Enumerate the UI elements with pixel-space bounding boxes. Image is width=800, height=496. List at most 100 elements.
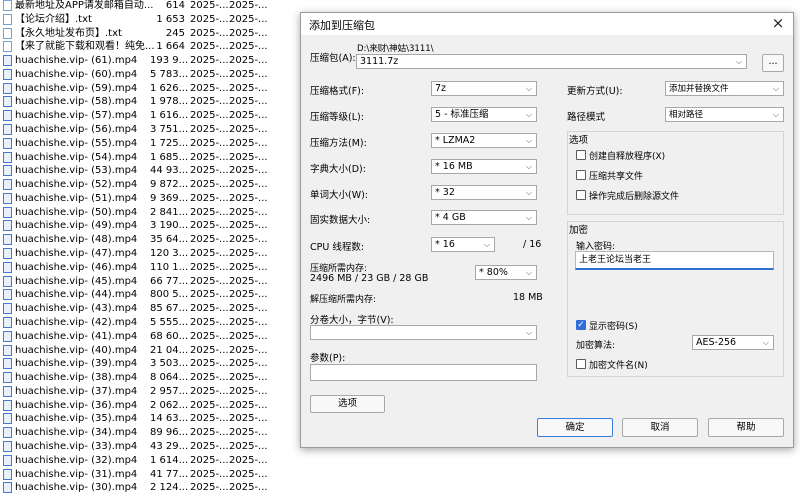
archive-name-value: 3111.7z: [360, 56, 399, 67]
delete-label: 操作完成后删除源文件: [589, 192, 680, 202]
file-date: 2025-...: [190, 151, 229, 163]
dict-select[interactable]: * 16 MB ⌵: [431, 159, 537, 174]
format-select[interactable]: 7z ⌵: [431, 81, 537, 96]
file-date: 2025-...: [190, 275, 229, 287]
file-row[interactable]: huachishe.vip- (55).mp4 1 725... 2025-... 2…: [0, 137, 300, 151]
file-date: 2025-...: [190, 261, 229, 273]
file-size: 8 064...: [150, 372, 189, 384]
file-row[interactable]: huachishe.vip- (44).mp4 800 5... 2025-... 2…: [0, 288, 300, 302]
file-row[interactable]: huachishe.vip- (40).mp4 21 04... 2025-... 2…: [0, 344, 300, 358]
file-size: 66 77...: [150, 275, 189, 287]
file-row[interactable]: 【论坛介绍】.txt 1 653 2025-... 2025-...: [0, 13, 300, 27]
file-row[interactable]: huachishe.vip- (33).mp4 43 29... 2025-... 2…: [0, 440, 300, 454]
file-row[interactable]: huachishe.vip- (37).mp4 2 957... 2025-... 2…: [0, 385, 300, 399]
file-row[interactable]: huachishe.vip- (34).mp4 89 96... 2025-... 2…: [0, 426, 300, 440]
file-size: 800 5...: [150, 289, 189, 301]
title-bar[interactable]: 添加到压缩包 ×: [301, 13, 793, 35]
file-row[interactable]: huachishe.vip- (61).mp4 193 9... 2025-... 2…: [0, 54, 300, 68]
close-icon[interactable]: ×: [769, 14, 787, 32]
file-name: huachishe.vip- (58).mp4: [15, 96, 138, 108]
archive-name-combo[interactable]: 3111.7z ⌵: [356, 54, 747, 69]
file-row[interactable]: huachishe.vip- (47).mp4 120 3... 2025-... 2…: [0, 247, 300, 261]
chevron-down-icon: ⌵: [483, 240, 490, 249]
file-row[interactable]: huachishe.vip- (50).mp4 2 841... 2025-... 2…: [0, 206, 300, 220]
file-date-2: 2025-...: [229, 13, 268, 25]
file-date-2: 2025-...: [229, 454, 268, 466]
update-select[interactable]: 添加并替换文件 ⌵: [665, 81, 784, 96]
show-password-label: 显示密码(S): [589, 322, 638, 332]
file-row[interactable]: huachishe.vip- (48).mp4 35 64... 2025-... 2…: [0, 233, 300, 247]
file-name: huachishe.vip- (52).mp4: [15, 179, 138, 191]
word-select[interactable]: * 32 ⌵: [431, 185, 537, 200]
path-select[interactable]: 相对路径 ⌵: [665, 107, 784, 122]
file-date: 2025-...: [190, 41, 229, 53]
file-size: 3 190...: [150, 220, 189, 232]
cpu-select[interactable]: * 16 ⌵: [431, 237, 495, 252]
file-row[interactable]: huachishe.vip- (32).mp4 1 614... 2025-... 2…: [0, 454, 300, 468]
file-row[interactable]: 最新地址及APP请发邮箱自动... 614 2025-... 2025-...: [0, 0, 300, 13]
enc-method-select[interactable]: AES-256 ⌵: [692, 335, 774, 350]
file-row[interactable]: huachishe.vip- (41).mp4 68 60... 2025-... 2…: [0, 330, 300, 344]
file-row[interactable]: huachishe.vip- (42).mp4 5 555... 2025-... 2…: [0, 316, 300, 330]
shared-checkbox[interactable]: [576, 170, 586, 180]
file-row[interactable]: huachishe.vip- (36).mp4 2 062... 2025-... 2…: [0, 399, 300, 413]
file-name: huachishe.vip- (56).mp4: [15, 124, 138, 136]
file-size: 3 503...: [150, 358, 189, 370]
level-label: 压缩等级(L):: [310, 112, 364, 123]
file-size: 5 555...: [150, 316, 189, 328]
path-value: 相对路径: [669, 110, 704, 120]
dialog-title: 添加到压缩包: [309, 19, 375, 32]
file-date: 2025-...: [190, 179, 229, 191]
file-row[interactable]: huachishe.vip- (31).mp4 41 77... 2025-... 2…: [0, 468, 300, 482]
file-row[interactable]: huachishe.vip- (38).mp4 8 064... 2025-... 2…: [0, 371, 300, 385]
password-input[interactable]: 上老王论坛当老王: [575, 251, 774, 270]
solid-label: 固实数据大小:: [310, 215, 371, 226]
file-row[interactable]: huachishe.vip- (45).mp4 66 77... 2025-... 2…: [0, 275, 300, 289]
file-row[interactable]: huachishe.vip- (35).mp4 14 63... 2025-... 2…: [0, 412, 300, 426]
mem-percent-select[interactable]: * 80% ⌵: [475, 265, 537, 280]
encrypt-names-checkbox[interactable]: [576, 359, 586, 369]
solid-select[interactable]: * 4 GB ⌵: [431, 210, 537, 225]
split-select[interactable]: ⌵: [310, 325, 537, 340]
cancel-button[interactable]: 取消: [622, 418, 698, 437]
file-name: huachishe.vip- (45).mp4: [15, 275, 138, 287]
delete-checkbox[interactable]: [576, 190, 586, 200]
params-input[interactable]: [310, 364, 537, 381]
file-size: 44 93...: [150, 165, 189, 177]
file-row[interactable]: 【来了就能下载和观看！纯免... 1 664 2025-... 2025-...: [0, 40, 300, 54]
options-button[interactable]: 选项: [310, 395, 385, 413]
file-row[interactable]: huachishe.vip- (57).mp4 1 616... 2025-... 2…: [0, 109, 300, 123]
file-row[interactable]: huachishe.vip- (43).mp4 85 67... 2025-... 2…: [0, 302, 300, 316]
file-row[interactable]: huachishe.vip- (53).mp4 44 93... 2025-... 2…: [0, 164, 300, 178]
file-row[interactable]: huachishe.vip- (46).mp4 110 1... 2025-... 2…: [0, 261, 300, 275]
file-date: 2025-...: [190, 413, 229, 425]
params-label: 参数(P):: [310, 353, 346, 364]
update-value: 添加并替换文件: [669, 84, 729, 94]
file-row[interactable]: huachishe.vip- (39).mp4 3 503... 2025-... 2…: [0, 357, 300, 371]
level-select[interactable]: 5 - 标准压缩 ⌵: [431, 107, 537, 122]
file-row[interactable]: huachishe.vip- (52).mp4 9 872... 2025-... 2…: [0, 178, 300, 192]
file-size: 2 062...: [150, 399, 189, 411]
file-row[interactable]: huachishe.vip- (60).mp4 5 783... 2025-... 2…: [0, 68, 300, 82]
file-row[interactable]: huachishe.vip- (59).mp4 1 626... 2025-... 2…: [0, 82, 300, 96]
file-date: 2025-...: [190, 248, 229, 260]
sfx-checkbox[interactable]: [576, 150, 586, 160]
file-date: 2025-...: [190, 96, 229, 108]
file-row[interactable]: huachishe.vip- (51).mp4 9 369... 2025-... 2…: [0, 192, 300, 206]
shared-label: 压缩共享文件: [589, 172, 644, 182]
ok-button[interactable]: 确定: [537, 418, 613, 437]
solid-value: * 4 GB: [435, 212, 466, 223]
file-date-2: 2025-...: [229, 96, 268, 108]
method-select[interactable]: * LZMA2 ⌵: [431, 133, 537, 148]
file-name: 最新地址及APP请发邮箱自动...: [15, 0, 154, 11]
file-row[interactable]: huachishe.vip- (49).mp4 3 190... 2025-... 2…: [0, 219, 300, 233]
file-row[interactable]: 【永久地址发布页】.txt 245 2025-... 2025-...: [0, 27, 300, 41]
file-date: 2025-...: [190, 372, 229, 384]
browse-button[interactable]: ...: [762, 54, 784, 72]
file-row[interactable]: huachishe.vip- (58).mp4 1 978... 2025-... 2…: [0, 95, 300, 109]
file-row[interactable]: huachishe.vip- (56).mp4 3 751... 2025-... 2…: [0, 123, 300, 137]
file-row[interactable]: huachishe.vip- (54).mp4 1 685... 2025-... 2…: [0, 151, 300, 165]
help-button[interactable]: 帮助: [708, 418, 784, 437]
show-password-checkbox[interactable]: ✓: [576, 320, 586, 330]
file-row[interactable]: huachishe.vip- (30).mp4 2 124... 2025-... 2…: [0, 481, 300, 495]
